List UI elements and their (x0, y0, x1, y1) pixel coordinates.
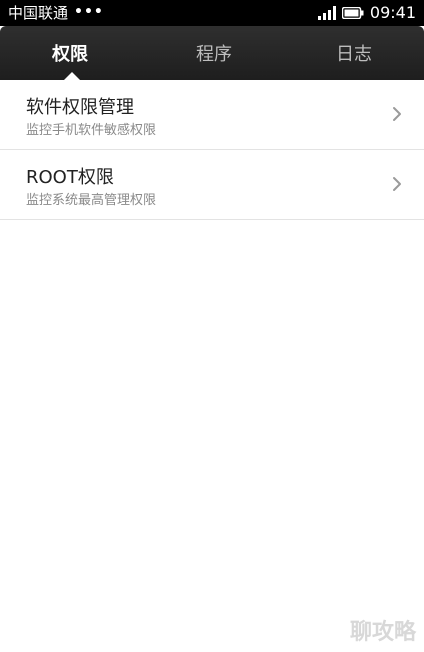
watermark: 聊攻略 (349, 620, 416, 645)
tab-permissions[interactable]: 权限 (0, 26, 144, 80)
chevron-right-icon (393, 107, 401, 121)
app-screen: 中国联通 ••• 09:41 权限 程序 日志 软件权限管理 监控手机软件敏感权… (0, 0, 424, 652)
status-bar: 中国联通 ••• 09:41 (0, 0, 424, 26)
tab-programs[interactable]: 程序 (144, 26, 284, 80)
carrier-name: 中国联通 (8, 4, 69, 22)
signal-bars-icon (317, 6, 336, 20)
tab-label: 权限 (52, 44, 88, 65)
list-item-app-permissions[interactable]: 软件权限管理 监控手机软件敏感权限 (0, 80, 424, 150)
chevron-right-icon (393, 177, 401, 191)
item-title: 软件权限管理 (26, 97, 134, 118)
item-title: ROOT权限 (26, 167, 114, 188)
tab-label: 日志 (336, 44, 372, 65)
notification-dots: ••• (74, 4, 104, 20)
clock: 09:41 (369, 3, 416, 22)
tab-label: 程序 (196, 44, 232, 65)
list-item-root-permissions[interactable]: ROOT权限 监控系统最高管理权限 (0, 150, 424, 220)
permission-list: 软件权限管理 监控手机软件敏感权限 ROOT权限 监控系统最高管理权限 (0, 80, 424, 220)
battery-icon (341, 7, 364, 19)
status-right-group: 09:41 (317, 3, 416, 23)
tab-logs[interactable]: 日志 (284, 26, 424, 80)
tab-bar: 权限 程序 日志 (0, 26, 424, 80)
item-subtitle: 监控手机软件敏感权限 (26, 123, 157, 138)
item-subtitle: 监控系统最高管理权限 (26, 193, 157, 208)
